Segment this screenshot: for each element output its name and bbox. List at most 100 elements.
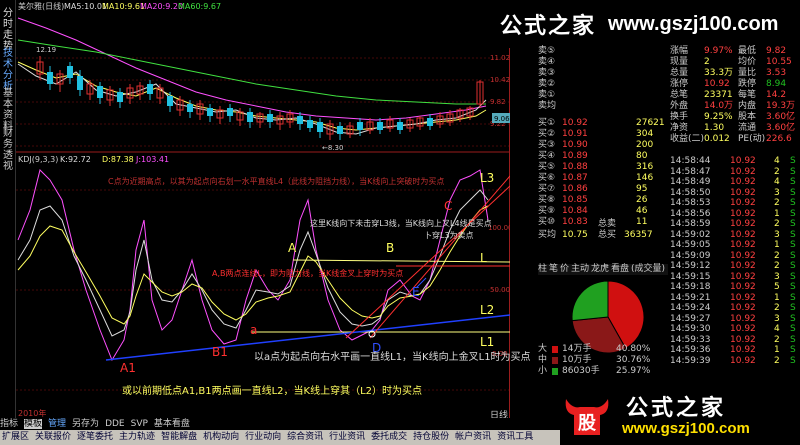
quote-summary-value2: 226.6 bbox=[766, 134, 792, 144]
tab-dde[interactable]: DDE bbox=[105, 419, 125, 429]
tick-row: 14:59:39 10.92 2 S bbox=[670, 356, 800, 367]
avg-sell-label: 卖均 bbox=[538, 101, 557, 111]
statusbar-item[interactable]: 委托成交 bbox=[371, 432, 407, 442]
quote-summary-value2: 3.60亿 bbox=[766, 112, 796, 122]
statusbar-right[interactable]: 资讯工具 bbox=[497, 432, 533, 442]
tick-volume: 1 bbox=[774, 240, 780, 250]
tab-svp[interactable]: SVP bbox=[131, 419, 148, 429]
tick-price: 10.92 bbox=[730, 198, 756, 208]
tab-template[interactable]: 模板 bbox=[24, 419, 43, 429]
quote-summary-value2: 9.82 bbox=[766, 46, 787, 56]
tick-row: 14:58:44 10.92 4 S bbox=[670, 156, 800, 167]
side-tab[interactable]: 价 bbox=[560, 264, 569, 275]
statusbar-item[interactable]: 关联报价 bbox=[35, 432, 71, 442]
quote-summary-value: 9.25% bbox=[704, 112, 733, 122]
tick-volume: 1 bbox=[774, 345, 780, 355]
statusbar-item[interactable]: 持仓股份 bbox=[413, 432, 449, 442]
sell-level-row: 卖③ bbox=[538, 68, 668, 79]
kdj-k: K:92.72 bbox=[60, 155, 91, 164]
statusbar-item[interactable]: 行业动向 bbox=[245, 432, 281, 442]
left-vertical-tabs: 分时走势 技术分析 基本资料 财务透视 bbox=[0, 0, 16, 430]
tab-basic-board[interactable]: 基本看盘 bbox=[154, 419, 190, 429]
statusbar-item[interactable]: 行业资讯 bbox=[329, 432, 365, 442]
statusbar-item[interactable]: 扩展区 bbox=[2, 432, 29, 442]
buy-level-label: 买③ bbox=[538, 140, 556, 150]
tick-row: 14:59:18 10.92 5 S bbox=[670, 282, 800, 293]
statusbar-item[interactable]: 智能解盘 bbox=[161, 432, 197, 442]
tick-row: 14:58:49 10.92 4 S bbox=[670, 177, 800, 188]
tab-basic-info[interactable]: 基本资料 bbox=[1, 88, 15, 132]
tick-flag: S bbox=[790, 187, 796, 198]
buy-level-volume: 95 bbox=[636, 184, 648, 194]
quote-summary-value: 0.012 bbox=[704, 134, 730, 144]
side-tab[interactable]: 龙虎 bbox=[591, 264, 609, 275]
note-d: 以a点为起点向右水平画一直线L1，当K线向上金叉L1时为买点 bbox=[254, 352, 531, 363]
tick-row: 14:58:56 10.92 1 S bbox=[670, 209, 800, 220]
side-tab[interactable]: 看盘 bbox=[611, 264, 629, 275]
tick-time: 14:58:53 bbox=[670, 198, 711, 208]
quote-summary-label: 总量 bbox=[670, 68, 689, 78]
buy-level-row: 买① 10.92 27621 bbox=[538, 118, 668, 129]
tick-volume: 4 bbox=[774, 177, 780, 187]
tab-manage[interactable]: 管理 bbox=[48, 419, 66, 429]
tick-flag: S bbox=[790, 345, 796, 355]
line-l2-label: L2 bbox=[480, 303, 494, 317]
tab-indicator[interactable]: 指标 bbox=[0, 419, 18, 429]
tick-flag: S bbox=[790, 219, 796, 229]
statusbar-item[interactable]: 逐笔委托 bbox=[77, 432, 113, 442]
tick-time: 14:59:36 bbox=[670, 345, 711, 355]
side-tab[interactable]: 笔 bbox=[549, 264, 558, 275]
quote-summary-value: 14.0万 bbox=[704, 101, 734, 111]
tick-price: 10.92 bbox=[730, 250, 756, 261]
buy-level-row: 买③ 10.90 200 bbox=[538, 140, 668, 151]
statusbar-item[interactable]: 帐户资讯 bbox=[455, 432, 491, 442]
quote-summary-label2: 跌停 bbox=[738, 79, 757, 89]
chart-area[interactable]: 美尔雅(日线) MA5:10.01 MA10:9.61 MA20:9.20 MA… bbox=[16, 0, 531, 421]
tick-row: 14:58:53 10.92 2 S bbox=[670, 198, 800, 209]
quote-summary-label2: 流通 bbox=[738, 123, 757, 133]
quote-summary-label: 现量 bbox=[670, 57, 689, 67]
quote-panel: 涨幅 9.97% 最低 9.82 现量 2 均价 10.55 总量 33.3万 量比 3.53 涨停 10… bbox=[538, 44, 800, 432]
pie-legend-pct: 25.97% bbox=[616, 366, 651, 376]
buy-level-row: 买⑥ 10.87 146 bbox=[538, 173, 668, 184]
side-tabs: 柱笔价主动 龙虎 看盘 (成交量) bbox=[538, 264, 668, 275]
side-tab[interactable]: (成交量) bbox=[631, 264, 665, 275]
candles bbox=[36, 56, 484, 140]
tick-volume: 5 bbox=[774, 282, 780, 292]
tab-technical[interactable]: 技术分析 bbox=[1, 48, 15, 92]
tick-row: 14:59:36 10.92 1 S bbox=[670, 345, 800, 356]
quote-summary-row: 总量 33.3万 量比 3.53 bbox=[670, 68, 800, 79]
price-grid bbox=[16, 57, 509, 147]
buy-level-price: 10.88 bbox=[562, 162, 588, 172]
quote-summary-label: 净资 bbox=[670, 123, 689, 133]
tick-volume: 1 bbox=[774, 208, 780, 219]
tab-intraday[interactable]: 分时走势 bbox=[1, 8, 15, 52]
tick-row: 14:58:59 10.92 2 S bbox=[670, 219, 800, 230]
tick-flag: S bbox=[790, 250, 796, 261]
pie-legend-label: 大 bbox=[538, 344, 548, 354]
statusbar-item[interactable]: 综合资讯 bbox=[287, 432, 323, 442]
buy-level-price: 10.87 bbox=[562, 173, 588, 183]
side-tab[interactable]: 柱 bbox=[538, 264, 547, 275]
pie-legend-label: 中 bbox=[538, 355, 548, 365]
statusbar-item[interactable]: 主力轨迹 bbox=[119, 432, 155, 442]
side-tab[interactable]: 主动 bbox=[571, 264, 589, 275]
tick-time: 14:59:02 bbox=[670, 229, 711, 240]
high-price-label: 12.19 bbox=[36, 46, 56, 54]
tick-price: 10.92 bbox=[730, 166, 756, 177]
pie-legend-swatch bbox=[552, 346, 558, 353]
tick-price: 10.92 bbox=[730, 292, 756, 303]
buy-level-volume: 316 bbox=[636, 162, 654, 172]
tick-flag: S bbox=[790, 208, 796, 219]
tab-financial[interactable]: 财务透视 bbox=[1, 128, 15, 172]
kdj-tick: 50.00 bbox=[490, 286, 510, 294]
quote-summary-value: 23371 bbox=[704, 90, 733, 100]
point-b-label: B bbox=[386, 241, 394, 255]
buy-level-volume: 46 bbox=[636, 206, 648, 216]
statusbar-item[interactable]: 机构动向 bbox=[203, 432, 239, 442]
tab-save-as[interactable]: 另存为 bbox=[72, 419, 99, 429]
quote-summary-label: 总笔 bbox=[670, 90, 689, 100]
quote-summary-label: 涨幅 bbox=[670, 46, 689, 56]
pie-legend-row: 小 86030手 25.97% bbox=[538, 366, 668, 377]
tick-flag: S bbox=[790, 303, 796, 313]
